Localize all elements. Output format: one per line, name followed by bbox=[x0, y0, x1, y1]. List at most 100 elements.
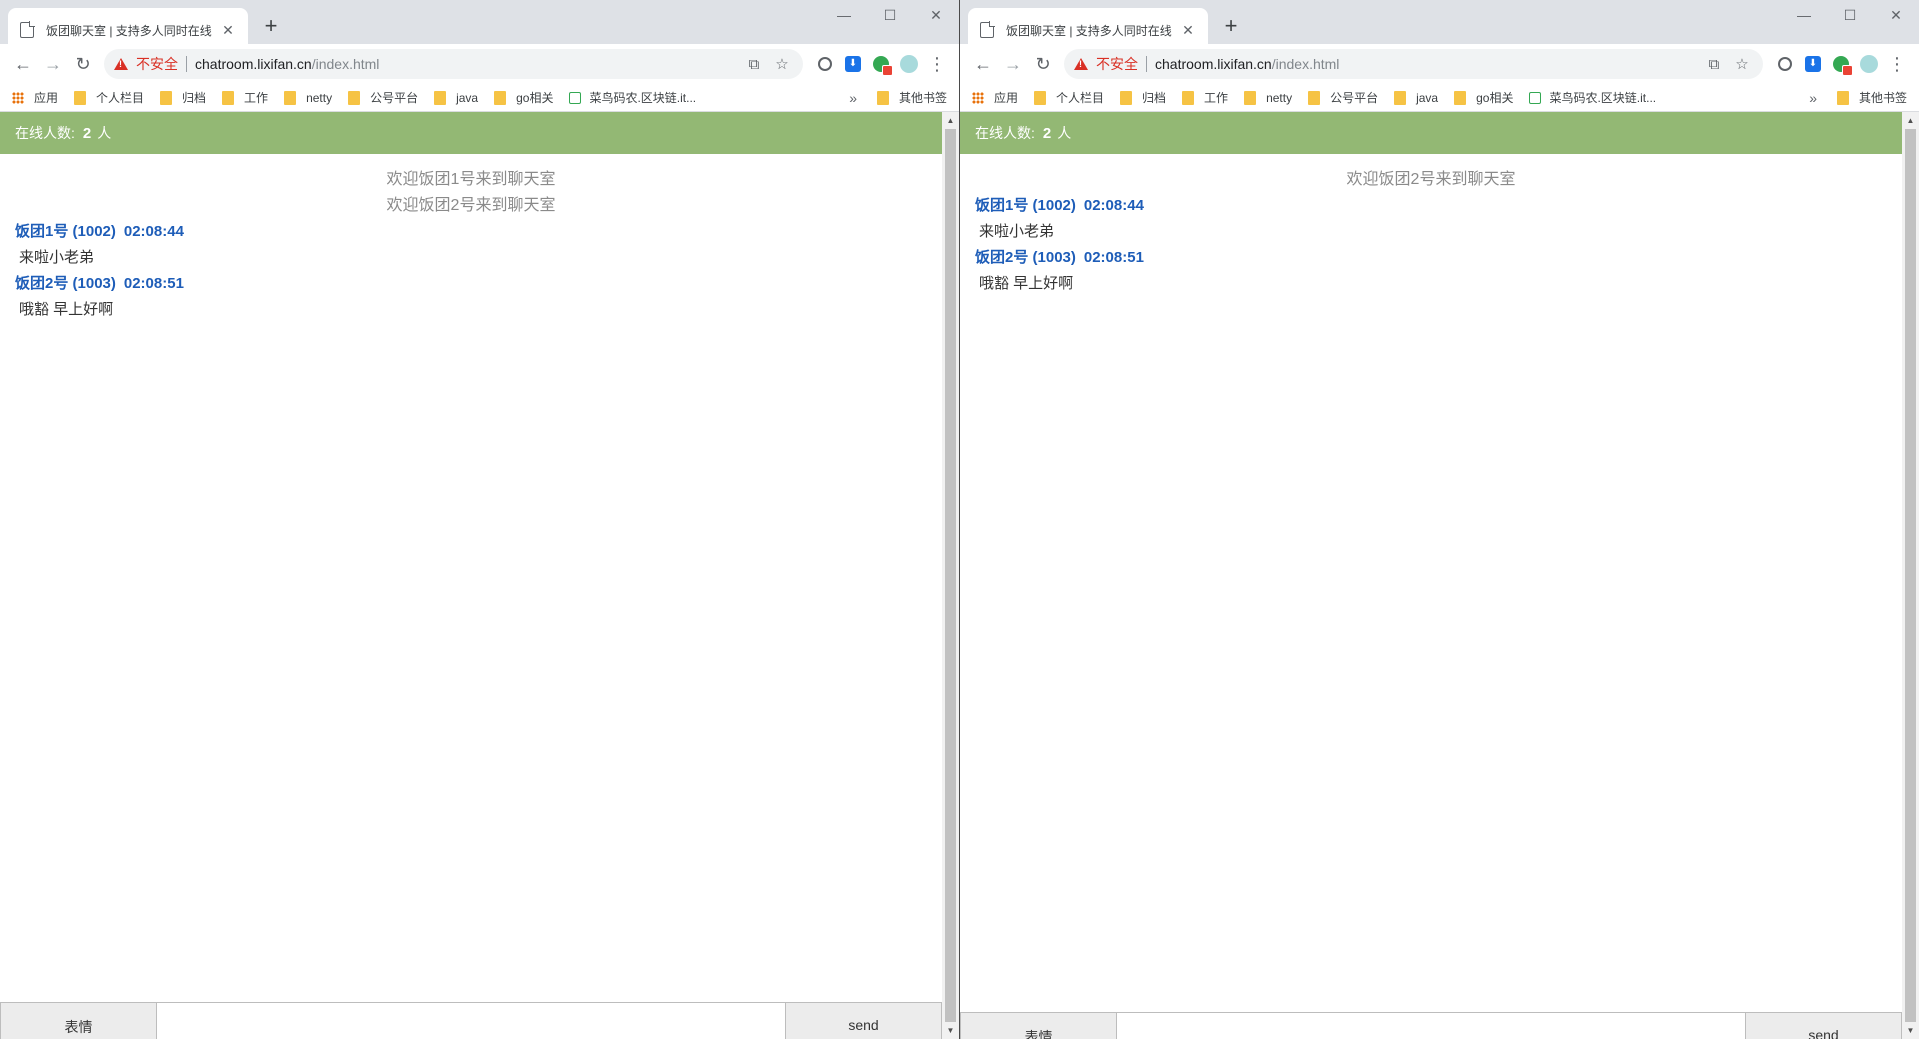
profile-avatar-icon[interactable] bbox=[895, 50, 923, 78]
page-icon bbox=[20, 21, 35, 38]
tab-close-icon[interactable]: ✕ bbox=[220, 22, 236, 39]
extension-green-icon[interactable] bbox=[1827, 50, 1855, 78]
online-count-bar: 在线人数: 2 人 bbox=[0, 112, 942, 154]
bookmark-folder[interactable]: java bbox=[1394, 90, 1438, 105]
online-label: 在线人数: bbox=[975, 125, 1035, 141]
close-window-button[interactable]: ✕ bbox=[1873, 0, 1919, 30]
chat-input-row: 表情 send bbox=[0, 1002, 942, 1039]
minimize-button[interactable]: — bbox=[821, 0, 867, 30]
other-bookmarks[interactable]: 其他书签 bbox=[1836, 89, 1907, 106]
online-count-bar: 在线人数: 2 人 bbox=[960, 112, 1902, 154]
back-button[interactable]: ← bbox=[8, 49, 38, 79]
forward-button[interactable]: → bbox=[998, 49, 1028, 79]
bookmark-folder[interactable]: 归档 bbox=[1120, 89, 1166, 106]
warning-icon[interactable] bbox=[114, 58, 128, 70]
divider bbox=[186, 56, 187, 72]
tab-close-icon[interactable]: ✕ bbox=[1180, 22, 1196, 39]
extension-green-icon[interactable] bbox=[867, 50, 895, 78]
address-bar[interactable]: 不安全 chatroom.lixifan.cn /index.html ⧉ ☆ bbox=[104, 49, 803, 79]
bookmark-folder[interactable]: 工作 bbox=[222, 89, 268, 106]
folder-icon bbox=[1836, 90, 1849, 105]
new-tab-button[interactable]: + bbox=[258, 14, 284, 40]
bookmark-folder[interactable]: 公号平台 bbox=[1308, 89, 1378, 106]
bookmark-star-icon[interactable]: ☆ bbox=[771, 53, 793, 75]
reload-button[interactable]: ↻ bbox=[1028, 49, 1058, 79]
emoji-button[interactable]: 表情 bbox=[0, 1002, 157, 1039]
insecure-label[interactable]: 不安全 bbox=[136, 54, 178, 74]
message-input[interactable] bbox=[1117, 1012, 1745, 1039]
extension-circle-icon[interactable] bbox=[1771, 50, 1799, 78]
forward-button[interactable]: → bbox=[38, 49, 68, 79]
send-button[interactable]: send bbox=[1745, 1012, 1902, 1039]
extension-blue-icon[interactable]: ⬇ bbox=[839, 50, 867, 78]
menu-icon[interactable]: ⋮ bbox=[923, 50, 951, 78]
bookmark-folder[interactable]: 工作 bbox=[1182, 89, 1228, 106]
online-unit: 人 bbox=[97, 125, 112, 141]
back-button[interactable]: ← bbox=[968, 49, 998, 79]
address-bar[interactable]: 不安全 chatroom.lixifan.cn /index.html ⧉ ☆ bbox=[1064, 49, 1763, 79]
scroll-down-arrow-icon[interactable]: ▼ bbox=[942, 1022, 959, 1039]
menu-icon[interactable]: ⋮ bbox=[1883, 50, 1911, 78]
apps-icon bbox=[12, 91, 24, 104]
scrollbar-thumb[interactable] bbox=[945, 129, 956, 1022]
folder-icon bbox=[74, 90, 87, 105]
folder-icon bbox=[1034, 90, 1047, 105]
bookmark-star-icon[interactable]: ☆ bbox=[1731, 53, 1753, 75]
bookmark-folder[interactable]: 个人栏目 bbox=[74, 89, 144, 106]
minimize-button[interactable]: — bbox=[1781, 0, 1827, 30]
bookmark-folder[interactable]: go相关 bbox=[1454, 89, 1513, 106]
vertical-scrollbar[interactable]: ▲ ▼ bbox=[1902, 112, 1919, 1039]
bookmark-folder[interactable]: 归档 bbox=[160, 89, 206, 106]
bookmarks-more-button[interactable]: » bbox=[849, 90, 857, 106]
maximize-button[interactable]: ☐ bbox=[1827, 0, 1873, 30]
apps-icon bbox=[972, 91, 984, 104]
send-button[interactable]: send bbox=[785, 1002, 942, 1039]
vertical-scrollbar[interactable]: ▲ ▼ bbox=[942, 112, 959, 1039]
scroll-up-arrow-icon[interactable]: ▲ bbox=[942, 112, 959, 129]
window-controls: — ☐ ✕ bbox=[821, 0, 959, 30]
emoji-button[interactable]: 表情 bbox=[960, 1012, 1117, 1039]
new-tab-button[interactable]: + bbox=[1218, 14, 1244, 40]
online-unit: 人 bbox=[1057, 125, 1072, 141]
bookmark-site[interactable]: 菜鸟码农.区块链.it... bbox=[569, 89, 696, 106]
bookmark-folder[interactable]: java bbox=[434, 90, 478, 105]
site-icon bbox=[569, 91, 582, 104]
translate-icon[interactable]: ⧉ bbox=[743, 53, 765, 75]
online-label: 在线人数: bbox=[15, 125, 75, 141]
message-time: 02:08:51 bbox=[123, 275, 184, 292]
insecure-label[interactable]: 不安全 bbox=[1096, 54, 1138, 74]
folder-icon bbox=[222, 90, 235, 105]
folder-icon bbox=[348, 90, 361, 105]
online-count: 2 bbox=[82, 124, 92, 142]
translate-icon[interactable]: ⧉ bbox=[1703, 53, 1725, 75]
bookmark-folder[interactable]: netty bbox=[1244, 90, 1292, 105]
reload-button[interactable]: ↻ bbox=[68, 49, 98, 79]
system-message: 欢迎饭团2号来到聊天室 bbox=[1346, 171, 1516, 188]
folder-icon bbox=[434, 90, 447, 105]
maximize-button[interactable]: ☐ bbox=[867, 0, 913, 30]
scroll-up-arrow-icon[interactable]: ▲ bbox=[1902, 112, 1919, 129]
extension-blue-icon[interactable]: ⬇ bbox=[1799, 50, 1827, 78]
close-window-button[interactable]: ✕ bbox=[913, 0, 959, 30]
bookmark-apps[interactable]: 应用 bbox=[12, 89, 58, 106]
bookmark-folder[interactable]: go相关 bbox=[494, 89, 553, 106]
bookmark-folder[interactable]: 公号平台 bbox=[348, 89, 418, 106]
other-bookmarks[interactable]: 其他书签 bbox=[876, 89, 947, 106]
scrollbar-thumb[interactable] bbox=[1905, 129, 1916, 1022]
bookmark-folder[interactable]: netty bbox=[284, 90, 332, 105]
profile-avatar-icon[interactable] bbox=[1855, 50, 1883, 78]
bookmark-apps[interactable]: 应用 bbox=[972, 89, 1018, 106]
tab-title: 饭团聊天室 | 支持多人同时在线 bbox=[46, 23, 212, 38]
bookmark-folder[interactable]: 个人栏目 bbox=[1034, 89, 1104, 106]
toolbar: ← → ↻ 不安全 chatroom.lixifan.cn /index.htm… bbox=[960, 44, 1919, 84]
bookmarks-more-button[interactable]: » bbox=[1809, 90, 1817, 106]
bookmarks-bar: 应用 个人栏目 归档 工作 netty 公号平台 java go相关 菜鸟码农.… bbox=[0, 84, 959, 112]
folder-icon bbox=[284, 90, 297, 105]
warning-icon[interactable] bbox=[1074, 58, 1088, 70]
extension-circle-icon[interactable] bbox=[811, 50, 839, 78]
message-text: 哦豁 早上好啊 bbox=[979, 275, 1074, 292]
scroll-down-arrow-icon[interactable]: ▼ bbox=[1902, 1022, 1919, 1039]
chat-input-row: 表情 send bbox=[960, 1012, 1902, 1039]
message-input[interactable] bbox=[157, 1002, 785, 1039]
bookmark-site[interactable]: 菜鸟码农.区块链.it... bbox=[1529, 89, 1656, 106]
